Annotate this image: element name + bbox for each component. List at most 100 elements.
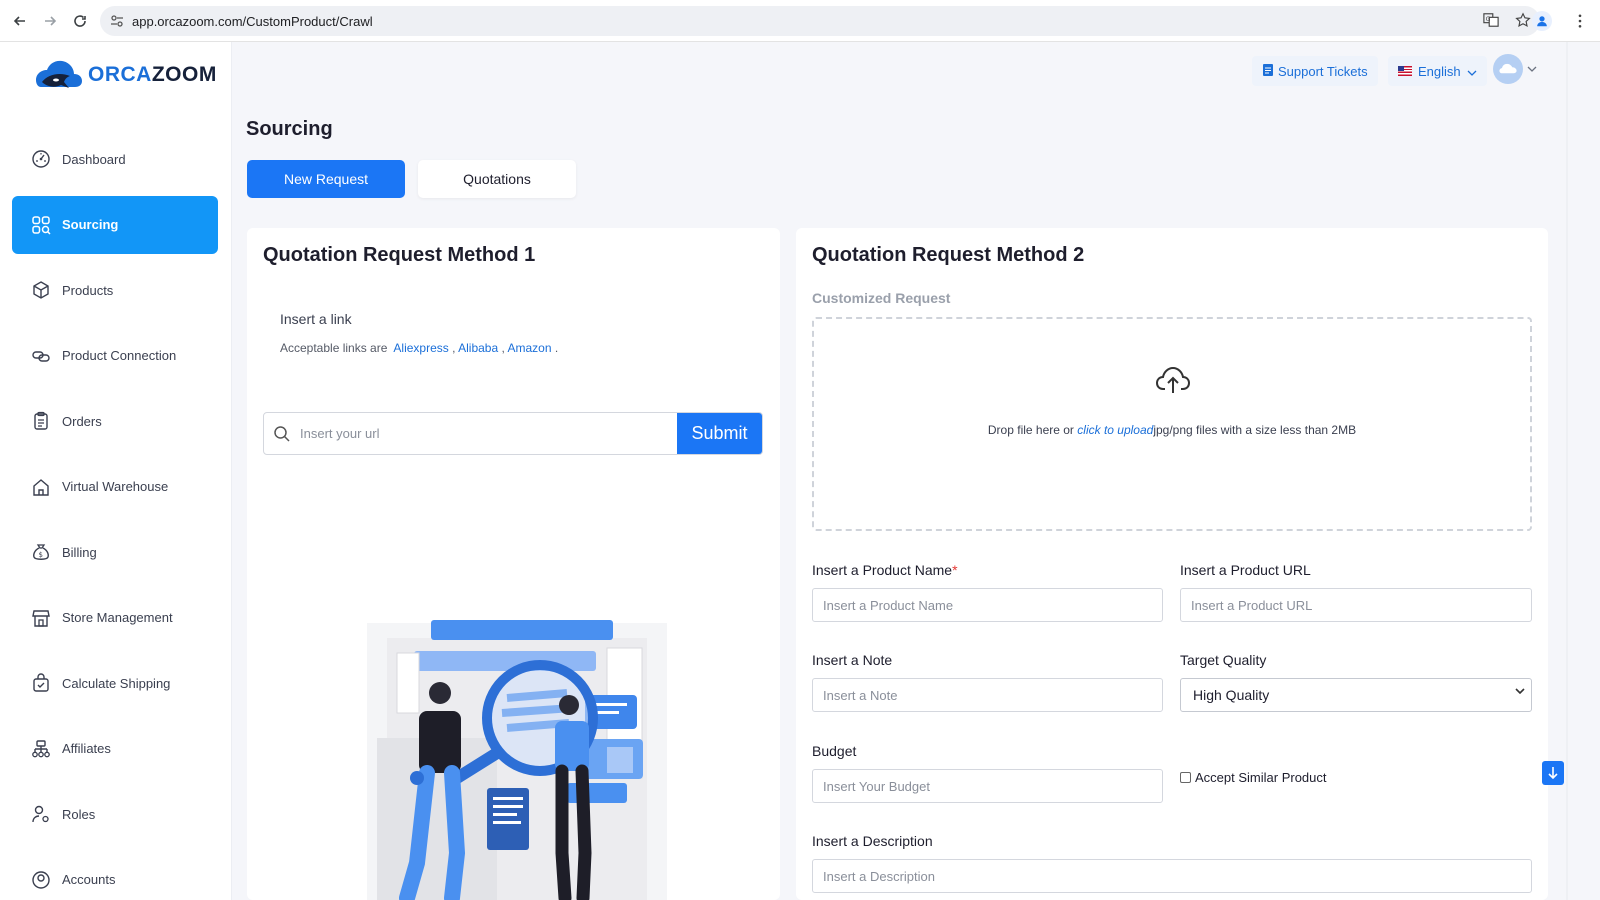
url-search-box: Submit [263, 412, 763, 455]
box-icon [30, 279, 52, 301]
avatar[interactable] [1493, 54, 1523, 84]
sidebar-item-accounts[interactable]: Accounts [12, 851, 218, 900]
link-icon [30, 345, 52, 367]
sidebar-item-store-management[interactable]: Store Management [12, 589, 218, 647]
dashboard-icon [30, 148, 52, 170]
browser-profile-icon[interactable] [1532, 11, 1552, 31]
insert-link-label: Insert a link [280, 311, 352, 327]
sidebar-item-products[interactable]: Products [12, 261, 218, 319]
drop-suffix: jpg/png files with a size less than 2MB [1153, 423, 1357, 437]
budget-input[interactable] [812, 769, 1163, 803]
money-bag-icon: $ [30, 541, 52, 563]
sidebar-item-label: Roles [62, 806, 96, 822]
clipboard-icon [30, 410, 52, 432]
account-icon [30, 869, 52, 891]
drop-prefix: Drop file here or [987, 423, 1074, 437]
accept-similar-product[interactable]: Accept Similar Product [1180, 770, 1327, 785]
address-url[interactable]: app.orcazoom.com/CustomProduct/Crawl [132, 14, 373, 29]
page-title: Sourcing [246, 118, 333, 140]
us-flag-icon [1398, 66, 1412, 76]
site-settings-icon[interactable] [110, 14, 124, 28]
aliexpress-link[interactable]: Aliexpress [393, 341, 448, 355]
sidebar: ORCAZOOM Dashboard Sourcing Products Pro… [0, 42, 232, 900]
tab-quotations[interactable]: Quotations [418, 160, 576, 198]
customized-request-label: Customized Request [812, 290, 951, 306]
sidebar-item-dashboard[interactable]: Dashboard [12, 130, 218, 188]
store-icon [30, 607, 52, 629]
svg-text:G: G [1486, 16, 1491, 23]
translate-icon[interactable]: G [1482, 11, 1500, 29]
method2-card: Quotation Request Method 2 Customized Re… [796, 228, 1548, 900]
search-illustration [367, 620, 667, 900]
bookmark-star-icon[interactable] [1514, 11, 1532, 29]
alibaba-link[interactable]: Alibaba [458, 341, 498, 355]
target-quality-label: Target Quality [1180, 652, 1267, 668]
logo-text: ORCAZOOM [88, 63, 217, 86]
document-icon [1262, 63, 1274, 80]
sidebar-item-label: Orders [62, 413, 102, 429]
reload-icon[interactable] [68, 9, 92, 33]
product-url-input[interactable] [1180, 588, 1532, 622]
acceptable-links-prefix: Acceptable links are [280, 341, 388, 355]
shopping-bag-icon [30, 672, 52, 694]
note-input[interactable] [812, 678, 1163, 712]
note-label: Insert a Note [812, 652, 893, 668]
sidebar-item-billing[interactable]: $ Billing [12, 523, 218, 581]
method1-title: Quotation Request Method 1 [263, 244, 536, 266]
back-icon[interactable] [8, 9, 32, 33]
home-icon [30, 476, 52, 498]
browser-menu-icon[interactable] [1570, 11, 1590, 31]
user-settings-icon [30, 803, 52, 825]
scrollbar[interactable] [1566, 42, 1568, 900]
sidebar-item-label: Store Management [62, 610, 173, 625]
product-url-label: Insert a Product URL [1180, 562, 1311, 578]
tab-new-request[interactable]: New Request [247, 160, 405, 198]
sidebar-item-label: Products [62, 282, 114, 298]
sidebar-item-calculate-shipping[interactable]: Calculate Shipping [12, 654, 218, 712]
address-bar[interactable]: app.orcazoom.com/CustomProduct/Crawl G [100, 6, 1540, 36]
product-name-label-text: Insert a Product Name [812, 562, 953, 578]
sidebar-item-roles[interactable]: Roles [12, 785, 218, 843]
sidebar-item-label: Affiliates [62, 741, 111, 756]
support-tickets-button[interactable]: Support Tickets [1252, 56, 1378, 86]
scroll-down-button[interactable] [1542, 761, 1564, 785]
chevron-down-icon [1467, 64, 1477, 79]
user-menu[interactable] [1493, 54, 1537, 84]
target-quality-select[interactable]: High Quality [1180, 678, 1532, 712]
product-name-input[interactable] [812, 588, 1163, 622]
description-input[interactable] [812, 859, 1532, 893]
hierarchy-icon [30, 738, 52, 760]
target-quality-value: High Quality [1193, 687, 1270, 703]
sidebar-item-label: Calculate Shipping [62, 675, 171, 691]
browser-toolbar: app.orcazoom.com/CustomProduct/Crawl G [0, 0, 1600, 42]
search-icon [264, 425, 300, 443]
accept-similar-label: Accept Similar Product [1195, 770, 1327, 785]
sidebar-item-product-connection[interactable]: Product Connection [12, 327, 218, 385]
forward-icon[interactable] [38, 9, 62, 33]
logo[interactable]: ORCAZOOM [32, 58, 217, 92]
description-label: Insert a Description [812, 833, 933, 849]
sidebar-item-orders[interactable]: Orders [12, 392, 218, 450]
method2-title: Quotation Request Method 2 [812, 244, 1085, 266]
sidebar-item-virtual-warehouse[interactable]: Virtual Warehouse [12, 458, 218, 516]
svg-text:$: $ [39, 551, 43, 559]
sidebar-item-label: Accounts [62, 872, 116, 887]
sidebar-item-sourcing[interactable]: Sourcing [12, 195, 218, 254]
method1-card: Quotation Request Method 1 Insert a link… [247, 228, 780, 900]
url-input[interactable] [300, 413, 677, 454]
file-dropzone[interactable]: Drop file here or click to uploadjpg/png… [812, 317, 1532, 531]
click-to-upload-link[interactable]: click to upload [1077, 423, 1153, 437]
support-tickets-label: Support Tickets [1278, 63, 1368, 79]
submit-button[interactable]: Submit [677, 413, 762, 454]
amazon-link[interactable]: Amazon [507, 341, 551, 355]
grid-search-icon [30, 214, 52, 236]
language-label: English [1418, 63, 1461, 79]
language-selector[interactable]: English [1388, 56, 1487, 86]
chevron-down-icon [1515, 688, 1525, 694]
sidebar-item-label: Sourcing [62, 217, 119, 232]
drop-instructions: Drop file here or click to uploadjpg/png… [814, 423, 1530, 437]
required-asterisk: * [952, 562, 958, 578]
accept-similar-checkbox[interactable] [1180, 772, 1191, 783]
sidebar-item-affiliates[interactable]: Affiliates [12, 720, 218, 778]
chevron-down-icon [1527, 66, 1537, 72]
